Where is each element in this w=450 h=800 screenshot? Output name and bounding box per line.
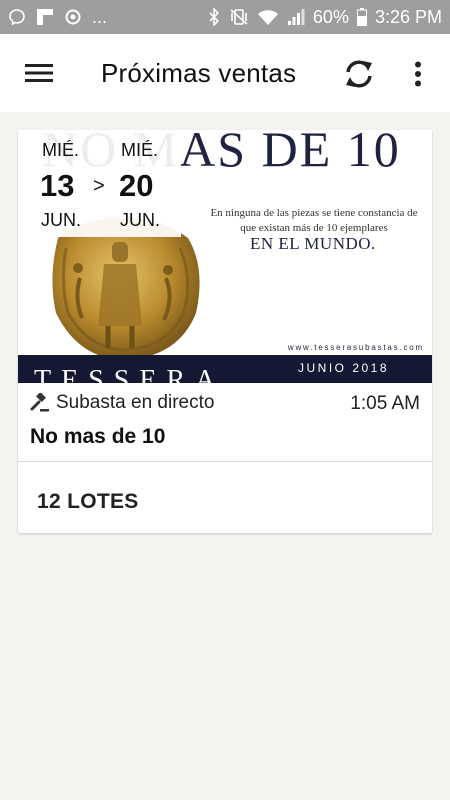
date-separator: > [93, 175, 105, 197]
status-more-indicator: ... [92, 6, 108, 27]
banner-description: En ninguna de las piezas se tiene consta… [210, 207, 418, 234]
signal-icon [287, 8, 305, 26]
refresh-button[interactable] [336, 51, 382, 97]
auction-banner: NO MAS DE 10 En ninguna de las piezas se… [18, 130, 432, 383]
banner-date: JUNIO 2018 [298, 361, 390, 375]
end-month: JUN. [120, 210, 160, 230]
status-bar: ... 60% 3:26 PM [0, 0, 450, 34]
end-day: 20 [119, 168, 154, 203]
battery-percent: 60% [312, 6, 349, 27]
banner-url: www.tesserasubastas.com [287, 343, 424, 352]
auction-type-label: Subasta en directo [56, 392, 215, 413]
status-time: 3:26 PM [374, 6, 442, 27]
vibrate-icon [229, 8, 249, 26]
banner-brand: TESSERA [34, 365, 226, 383]
hamburger-menu-icon [25, 64, 53, 82]
status-bar-left: ... [8, 7, 107, 28]
wifi-icon [257, 8, 279, 26]
more-options-button[interactable] [400, 51, 436, 97]
auction-type: Subasta en directo [30, 392, 214, 414]
auction-time: 1:05 AM [350, 393, 420, 414]
start-day: 13 [40, 168, 75, 203]
page-title: Próximas ventas [101, 57, 297, 88]
flipboard-icon [36, 8, 54, 26]
more-vert-icon [415, 61, 421, 87]
menu-button[interactable] [17, 51, 61, 95]
battery-icon [356, 8, 367, 26]
app-bar: Próximas ventas [0, 34, 450, 112]
card-divider [18, 461, 432, 462]
auction-card[interactable]: NO MAS DE 10 En ninguna de las piezas se… [18, 130, 432, 533]
sync-icon [64, 8, 82, 26]
gavel-icon [30, 393, 49, 412]
start-month: JUN. [41, 210, 81, 230]
bluetooth-icon [207, 8, 221, 26]
refresh-icon [346, 60, 372, 88]
lots-count-link[interactable]: 12 LOTES [37, 490, 139, 514]
end-weekday: MIÉ. [121, 140, 159, 160]
date-range-overlay: MIÉ. 13 JUN. > MIÉ. 20 JUN. [18, 130, 181, 237]
start-weekday: MIÉ. [42, 140, 80, 160]
status-bar-right: 60% 3:26 PM [207, 7, 442, 28]
banner-footer-band: TESSERA JUNIO 2018 [18, 355, 432, 383]
messenger-icon [8, 8, 26, 26]
banner-highlight: EN EL MUNDO. [250, 234, 376, 253]
auction-name: No mas de 10 [30, 425, 166, 448]
